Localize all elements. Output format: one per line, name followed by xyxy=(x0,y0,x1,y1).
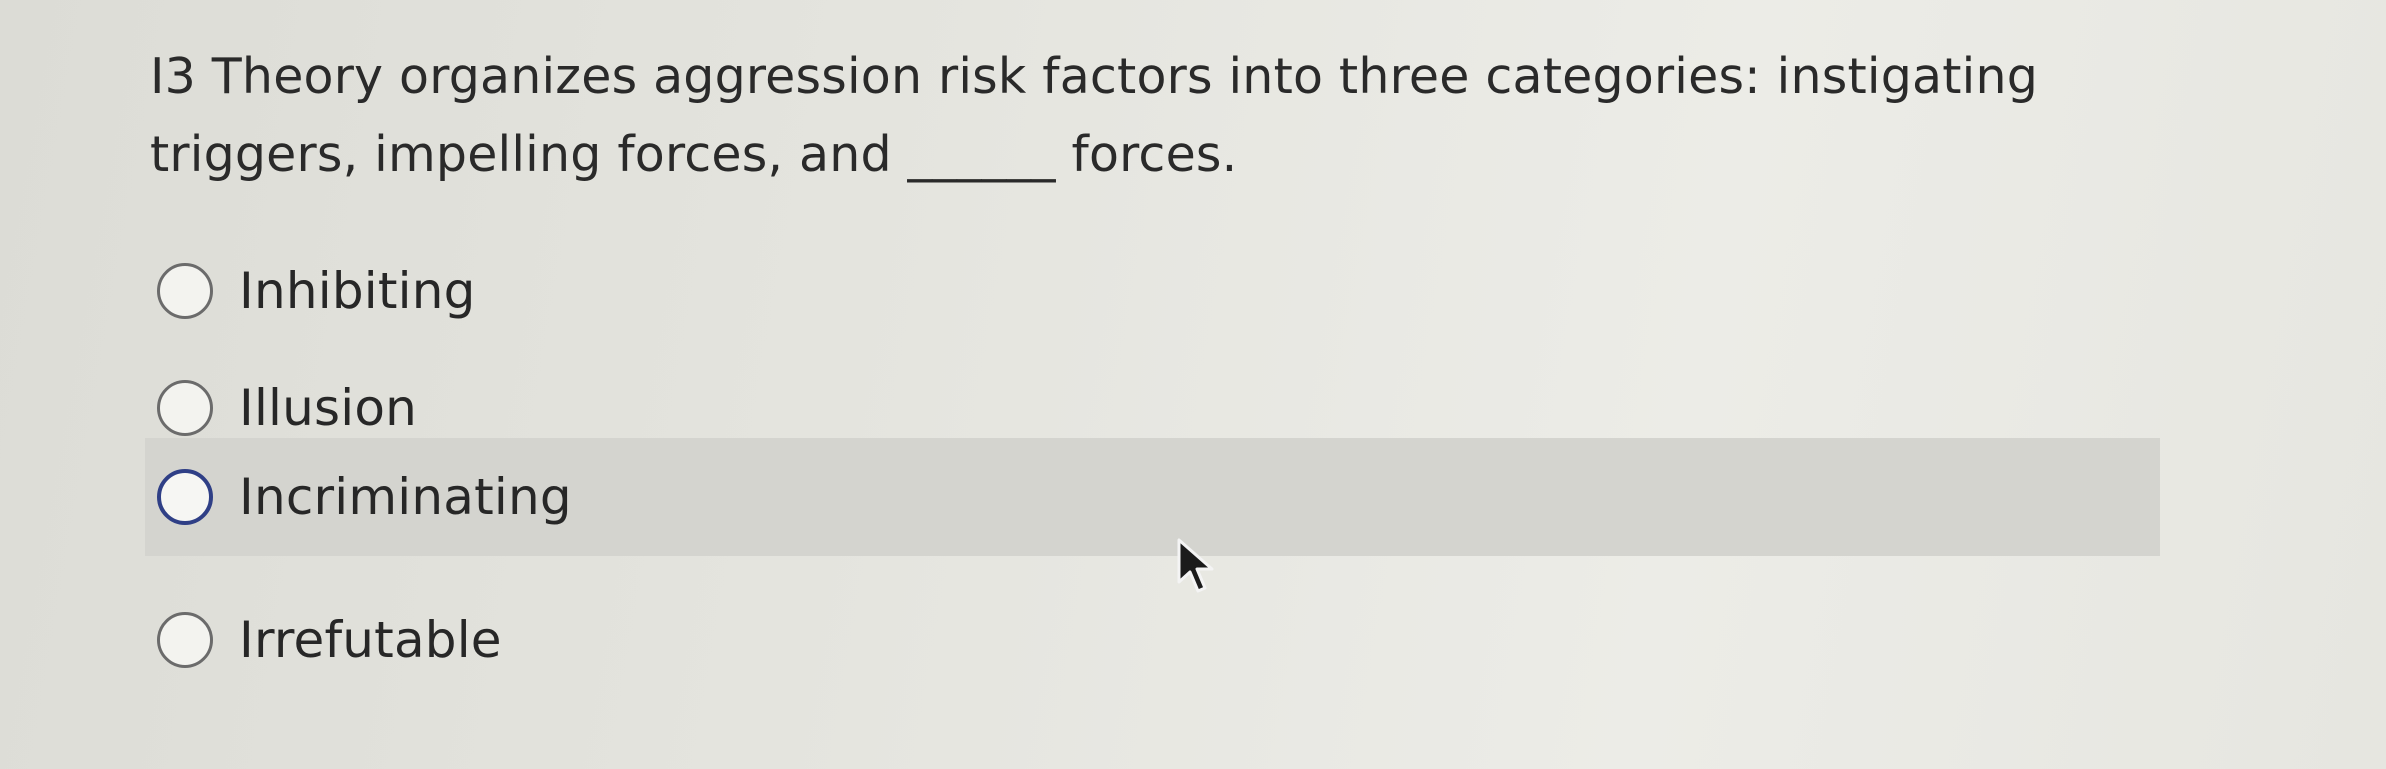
answer-option-incriminating[interactable]: Incriminating xyxy=(145,438,2160,556)
answer-label: Incriminating xyxy=(239,468,572,526)
radio-button[interactable] xyxy=(157,380,213,436)
answer-option-irrefutable[interactable]: Irrefutable xyxy=(145,581,2160,699)
radio-button[interactable] xyxy=(157,612,213,668)
answer-label: Illusion xyxy=(239,379,418,437)
answer-option-inhibiting[interactable]: Inhibiting xyxy=(145,232,2160,350)
radio-button[interactable] xyxy=(157,263,213,319)
mouse-pointer-arrow-icon xyxy=(1177,538,1214,593)
answer-label: Irrefutable xyxy=(239,611,502,669)
quiz-question-page: I3 Theory organizes aggression risk fact… xyxy=(0,0,2386,769)
answer-label: Inhibiting xyxy=(239,262,476,320)
question-text: I3 Theory organizes aggression risk fact… xyxy=(150,48,2039,183)
radio-button[interactable] xyxy=(157,469,213,525)
